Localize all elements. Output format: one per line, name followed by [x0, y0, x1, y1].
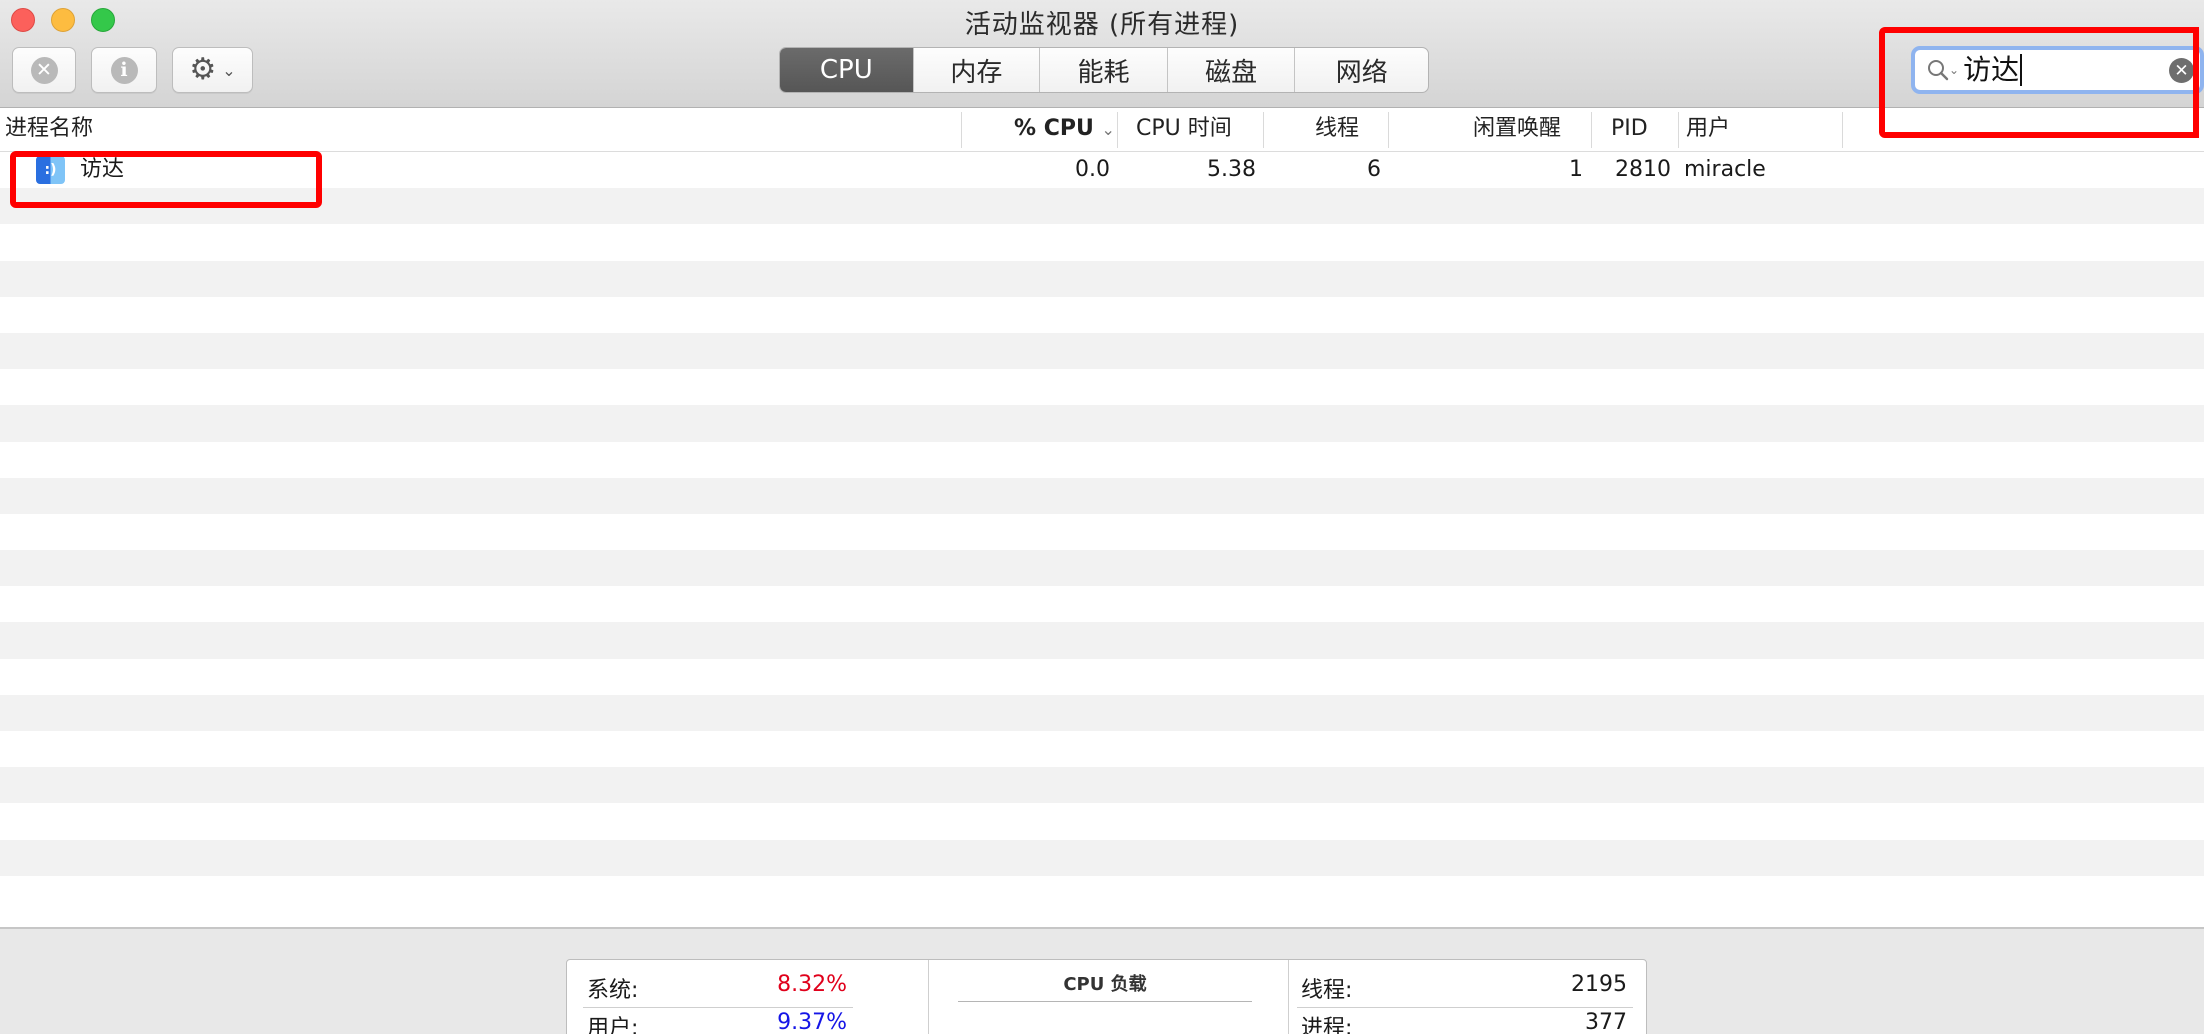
cpu-load-label: CPU 负载	[1063, 974, 1147, 995]
empty-row	[0, 369, 2204, 405]
empty-row	[0, 622, 2204, 659]
quit-process-button[interactable]: ✕	[12, 47, 76, 93]
tab-network[interactable]: 网络	[1295, 48, 1428, 92]
toolbar: 活动监视器 (所有进程) ✕ i ⚙ ⌄ CPU 内存 能耗 磁盘 网络 ⌄ 访…	[0, 0, 2204, 108]
window-title: 活动监视器 (所有进程)	[964, 10, 1240, 40]
column-header-threads[interactable]: 线程	[1315, 108, 1359, 152]
stat-divider	[1297, 1007, 1633, 1008]
empty-row	[0, 659, 2204, 695]
column-header-idle-wakeups[interactable]: 闲置唤醒	[1473, 108, 1561, 152]
system-value: 8.32%	[777, 972, 847, 997]
empty-row	[0, 297, 2204, 333]
column-header-user[interactable]: 用户	[1686, 108, 1730, 152]
table-row[interactable]: :) 访达 0.0 5.38 6 1 2810 miracle	[0, 152, 2204, 188]
table-header: 进程名称 % CPU ⌄ CPU 时间 线程 闲置唤醒 PID 用户	[0, 108, 2204, 152]
user-value: 9.37%	[777, 1010, 847, 1034]
empty-row	[0, 731, 2204, 767]
cpu-load-divider	[958, 1001, 1252, 1002]
annotation-highlight-row	[10, 151, 322, 208]
cpu-percent-value: 0.0	[1075, 157, 1110, 182]
idle-wakeups-value: 1	[1569, 157, 1583, 182]
empty-row	[0, 803, 2204, 839]
tab-energy[interactable]: 能耗	[1040, 48, 1168, 92]
empty-row	[0, 876, 2204, 912]
system-label: 系统:	[587, 978, 639, 1003]
processes-total-value: 377	[1585, 1010, 1627, 1034]
column-header-cpu-time[interactable]: CPU 时间	[1136, 108, 1232, 152]
empty-row	[0, 694, 2204, 731]
user-value: miracle	[1684, 157, 1766, 182]
cpu-stats-panel: 系统: 8.32% 用户: 9.37% CPU 负载 线程: 2195 进程: …	[566, 959, 1647, 1034]
empty-row	[0, 514, 2204, 550]
cpu-time-value: 5.38	[1207, 157, 1256, 182]
stop-icon: ✕	[30, 56, 58, 84]
info-icon: i	[110, 56, 138, 84]
column-divider[interactable]	[1263, 112, 1264, 148]
column-divider[interactable]	[1678, 112, 1679, 148]
column-header-cpu-percent-label: % CPU	[1014, 116, 1094, 141]
chevron-down-icon: ⌄	[222, 60, 236, 80]
tab-cpu[interactable]: CPU	[780, 48, 914, 92]
pid-value: 2810	[1615, 157, 1671, 182]
view-tabs: CPU 内存 能耗 磁盘 网络	[779, 47, 1429, 93]
tab-disk[interactable]: 磁盘	[1168, 48, 1296, 92]
action-menu-button[interactable]: ⚙ ⌄	[172, 47, 253, 93]
empty-row	[0, 839, 2204, 876]
inspect-process-button[interactable]: i	[91, 47, 157, 93]
empty-row	[0, 332, 2204, 370]
empty-row	[0, 767, 2204, 804]
user-label: 用户:	[587, 1016, 639, 1034]
column-header-cpu-percent[interactable]: % CPU ⌄	[1014, 108, 1115, 152]
threads-total-value: 2195	[1571, 972, 1627, 997]
column-divider[interactable]	[1388, 112, 1389, 148]
threads-label: 线程:	[1301, 978, 1353, 1003]
empty-row	[0, 477, 2204, 514]
empty-row	[0, 188, 2204, 225]
annotation-highlight-search	[1879, 27, 2199, 138]
column-divider[interactable]	[1591, 112, 1592, 148]
process-list: :) 访达 0.0 5.38 6 1 2810 miracle	[0, 152, 2204, 912]
cpu-summary-footer: 系统: 8.32% 用户: 9.37% CPU 负载 线程: 2195 进程: …	[0, 929, 2204, 1034]
tab-memory[interactable]: 内存	[914, 48, 1041, 92]
column-divider[interactable]	[961, 112, 962, 148]
empty-row	[0, 405, 2204, 442]
column-header-name[interactable]: 进程名称	[5, 108, 93, 152]
threads-value: 6	[1367, 157, 1381, 182]
empty-row	[0, 550, 2204, 587]
processes-label: 进程:	[1301, 1016, 1353, 1034]
empty-row	[0, 224, 2204, 260]
empty-row	[0, 586, 2204, 622]
column-header-pid[interactable]: PID	[1611, 108, 1648, 152]
sort-descending-icon: ⌄	[1101, 120, 1115, 139]
empty-row	[0, 442, 2204, 478]
stat-divider	[583, 1007, 853, 1008]
gear-icon: ⚙	[189, 52, 217, 87]
column-divider[interactable]	[1117, 112, 1118, 148]
panel-divider	[1288, 960, 1289, 1034]
column-divider[interactable]	[1842, 112, 1843, 148]
empty-row	[0, 260, 2204, 297]
